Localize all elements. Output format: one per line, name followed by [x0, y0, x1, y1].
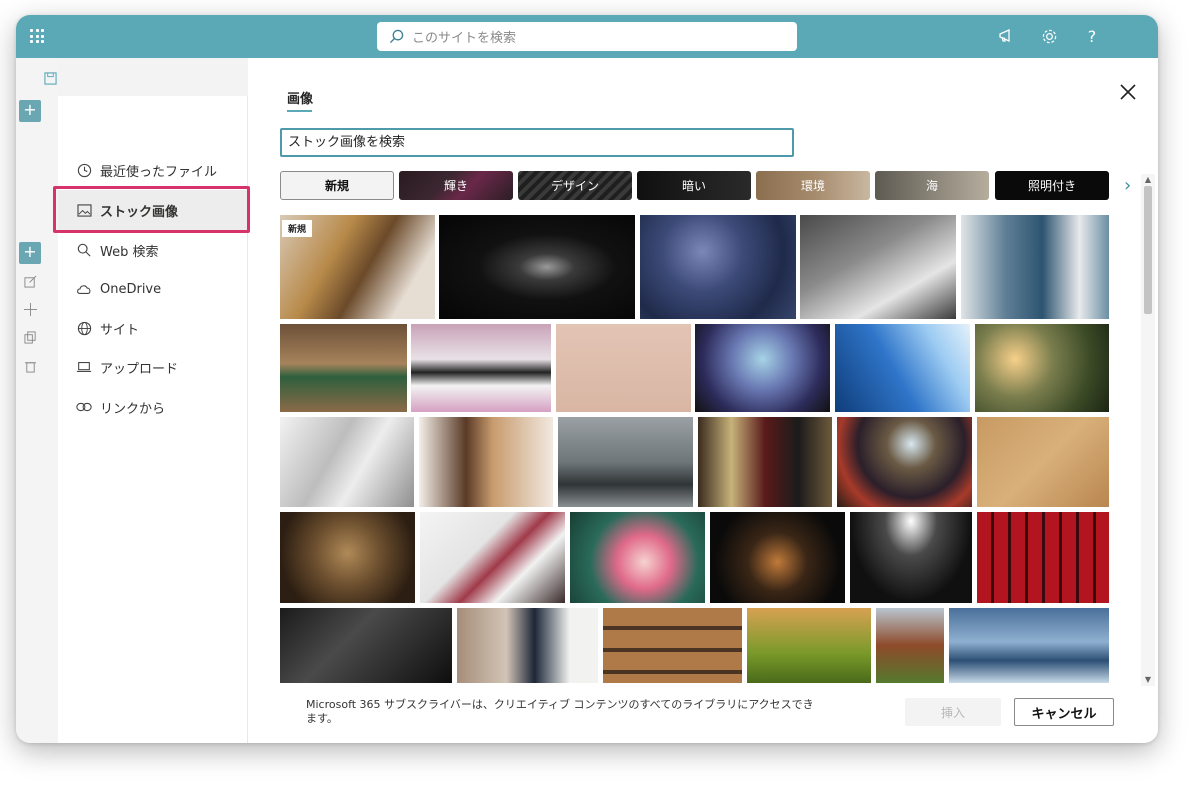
nav-item-label: アップロード: [100, 361, 179, 377]
stock-image-tile[interactable]: [949, 608, 1109, 683]
nav-header-strip: [58, 58, 248, 96]
stock-image-tile[interactable]: [280, 324, 407, 412]
stock-image-tile[interactable]: [695, 324, 830, 412]
cancel-button[interactable]: キャンセル: [1014, 698, 1114, 726]
nav-item-recent[interactable]: 最近使ったファイル: [58, 150, 248, 190]
stock-image-tile[interactable]: [977, 417, 1109, 507]
grid-scrollbar[interactable]: ▲ ▼: [1141, 174, 1155, 686]
category-lighting[interactable]: 照明付き: [995, 171, 1109, 200]
stock-image-tile[interactable]: [747, 608, 871, 683]
search-icon: [389, 29, 404, 44]
nav-item-web-search[interactable]: Web 検索: [58, 230, 248, 270]
stock-image-tile[interactable]: [457, 608, 598, 683]
stock-search-input[interactable]: ストック画像を検索: [280, 128, 794, 157]
site-search-placeholder: このサイトを検索: [412, 31, 517, 46]
stock-image-tile[interactable]: [876, 608, 944, 683]
nav-item-label: OneDrive: [100, 281, 162, 297]
chevron-right-icon[interactable]: ›: [1124, 176, 1138, 196]
nav-item-from-link[interactable]: リンクから: [58, 387, 248, 427]
insert-button[interactable]: 挿入: [905, 698, 1001, 726]
delete-icon[interactable]: [23, 360, 37, 374]
new-badge: 新規: [282, 220, 313, 237]
nav-item-label: サイト: [100, 322, 140, 338]
scrollbar-thumb[interactable]: [1144, 186, 1152, 314]
nav-item-site[interactable]: サイト: [58, 308, 248, 348]
title-underline: [287, 110, 312, 112]
nav-item-label: Web 検索: [100, 244, 159, 260]
scroll-up-icon[interactable]: ▲: [1144, 176, 1152, 184]
app-launcher-icon[interactable]: [30, 29, 44, 43]
scroll-down-icon[interactable]: ▼: [1144, 676, 1152, 684]
stock-image-tile[interactable]: 新規: [280, 215, 435, 319]
stock-image-tile[interactable]: [411, 324, 551, 412]
stock-image-tile[interactable]: [558, 417, 693, 507]
selection-highlight: [53, 186, 250, 233]
stock-image-tile[interactable]: [800, 215, 956, 319]
category-dark[interactable]: 暗い: [637, 171, 751, 200]
stock-image-tile[interactable]: [961, 215, 1109, 319]
nav-item-label: リンクから: [100, 401, 166, 417]
category-environment[interactable]: 環境: [756, 171, 870, 200]
stock-image-tile[interactable]: [439, 215, 635, 319]
stock-image-tile[interactable]: [710, 512, 845, 603]
add-section-button[interactable]: +: [19, 100, 41, 122]
stock-image-tile[interactable]: [850, 512, 972, 603]
stock-image-tile[interactable]: [975, 324, 1109, 412]
close-icon: [1120, 84, 1136, 100]
image-picker-dialog: 最近使ったファイル ストック画像 Web 検索 OneDrive サイト アップ: [53, 58, 1158, 743]
megaphone-icon[interactable]: [997, 26, 1017, 46]
cloud-icon: [76, 281, 92, 297]
search-icon: [76, 242, 92, 258]
app-window: このサイトを検索 ? + + 最近使ったファイル ストック画像 Web 検索 O…: [16, 15, 1158, 743]
category-design[interactable]: デザイン: [518, 171, 632, 200]
stock-image-tile[interactable]: [556, 324, 691, 412]
stock-image-tile[interactable]: [698, 417, 832, 507]
nav-item-upload[interactable]: アップロード: [58, 347, 248, 387]
category-sparkle[interactable]: 輝き: [399, 171, 513, 200]
stock-image-tile[interactable]: [977, 512, 1109, 603]
stock-image-tile[interactable]: [570, 512, 705, 603]
stock-image-tile[interactable]: [835, 324, 970, 412]
stock-image-tile[interactable]: [640, 215, 796, 319]
subscriber-note: Microsoft 365 サブスクライバーは、クリエイティブ コンテンツのすべ…: [306, 698, 814, 725]
add-webpart-button[interactable]: +: [19, 242, 41, 264]
stock-image-grid: 新規: [280, 215, 1110, 683]
stock-image-tile[interactable]: [837, 417, 972, 507]
panel-title: 画像: [287, 92, 314, 107]
site-search-box[interactable]: このサイトを検索: [377, 22, 797, 51]
link-icon: [76, 399, 92, 415]
help-icon[interactable]: ?: [1082, 26, 1102, 46]
stock-image-tile[interactable]: [280, 512, 415, 603]
duplicate-icon[interactable]: [23, 331, 37, 345]
suite-header: このサイトを検索 ?: [16, 15, 1158, 58]
laptop-icon: [76, 359, 92, 375]
nav-item-label: 最近使ったファイル: [100, 164, 218, 180]
editor-left-rail: + +: [16, 58, 58, 743]
clock-icon: [76, 162, 92, 178]
globe-icon: [76, 320, 92, 336]
stock-image-tile[interactable]: [420, 512, 565, 603]
stock-image-tile[interactable]: [603, 608, 742, 683]
stock-image-tile[interactable]: [280, 417, 414, 507]
close-button[interactable]: [1120, 84, 1142, 106]
stock-image-tile[interactable]: [280, 608, 452, 683]
gear-icon[interactable]: [1039, 26, 1059, 46]
save-icon[interactable]: [43, 72, 57, 86]
stock-images-panel: 画像 ストック画像を検索 新規 輝き デザイン 暗い 環境 海 照明付き › 新…: [248, 58, 1158, 743]
move-icon[interactable]: [23, 303, 37, 317]
nav-item-onedrive[interactable]: OneDrive: [58, 269, 248, 309]
category-new[interactable]: 新規: [280, 171, 394, 200]
category-ocean[interactable]: 海: [875, 171, 989, 200]
image-source-nav: 最近使ったファイル ストック画像 Web 検索 OneDrive サイト アップ: [58, 58, 248, 743]
edit-icon[interactable]: [23, 275, 37, 289]
stock-image-tile[interactable]: [419, 417, 553, 507]
